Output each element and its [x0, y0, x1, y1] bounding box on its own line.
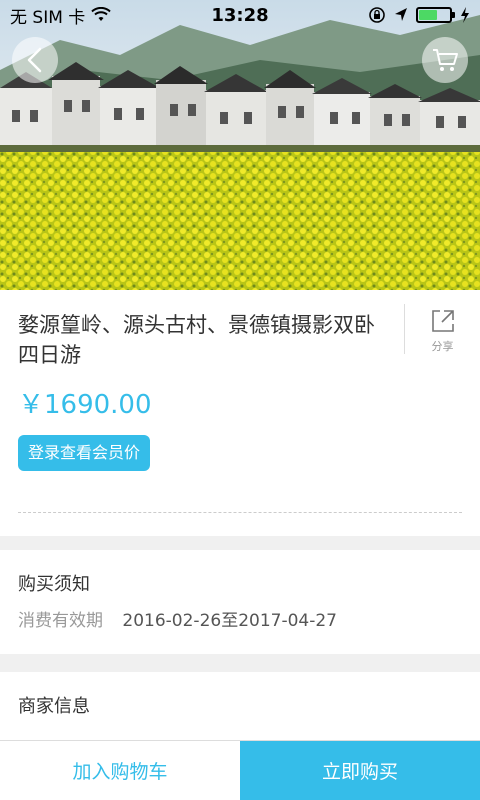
- validity-row: 消费有效期 2016-02-26至2017-04-27: [18, 606, 337, 631]
- merchant-section[interactable]: 商家信息: [0, 672, 480, 742]
- wifi-icon: [91, 7, 111, 21]
- share-label: 分享: [431, 340, 454, 353]
- hero-landscape-image: [0, 0, 480, 290]
- back-button[interactable]: [12, 37, 58, 83]
- product-title: 婺源篁岭、源头古村、景德镇摄影双卧四日游: [18, 313, 375, 367]
- buy-now-button[interactable]: 立即购买: [240, 741, 480, 800]
- member-price-button[interactable]: 登录查看会员价: [18, 435, 151, 471]
- share-icon: [431, 310, 454, 332]
- status-bar: 无 SIM 卡 13:28: [0, 0, 480, 30]
- status-right: [368, 6, 470, 24]
- location-icon: [395, 8, 407, 21]
- product-info: 婺源篁岭、源头古村、景德镇摄影双卧四日游 分享 ￥1690.00 登录查看会员价: [0, 290, 480, 536]
- chevron-left-icon: [27, 47, 42, 73]
- validity-label: 消费有效期: [18, 611, 103, 631]
- merchant-title: 商家信息: [18, 696, 90, 717]
- cart-button[interactable]: [422, 37, 468, 83]
- validity-value: 2016-02-26至2017-04-27: [122, 611, 337, 631]
- purchase-notes-title: 购买须知: [18, 574, 90, 595]
- charging-icon: [461, 7, 469, 23]
- product-price: ￥1690.00: [18, 390, 152, 420]
- dashed-divider: [18, 512, 462, 513]
- add-to-cart-button[interactable]: 加入购物车: [0, 741, 240, 800]
- battery-icon: [416, 7, 455, 23]
- battery-level: [419, 10, 437, 20]
- purchase-notes-section: 购买须知 消费有效期 2016-02-26至2017-04-27: [0, 550, 480, 654]
- status-left: 无 SIM 卡: [10, 3, 111, 28]
- product-hero-image: [0, 0, 480, 290]
- rotation-lock-icon: [369, 7, 385, 23]
- share-button[interactable]: 分享: [404, 304, 480, 354]
- bottom-action-bar: 加入购物车 立即购买: [0, 740, 480, 800]
- shopping-cart-icon: [433, 49, 458, 71]
- carrier-label: 无 SIM 卡: [10, 7, 86, 28]
